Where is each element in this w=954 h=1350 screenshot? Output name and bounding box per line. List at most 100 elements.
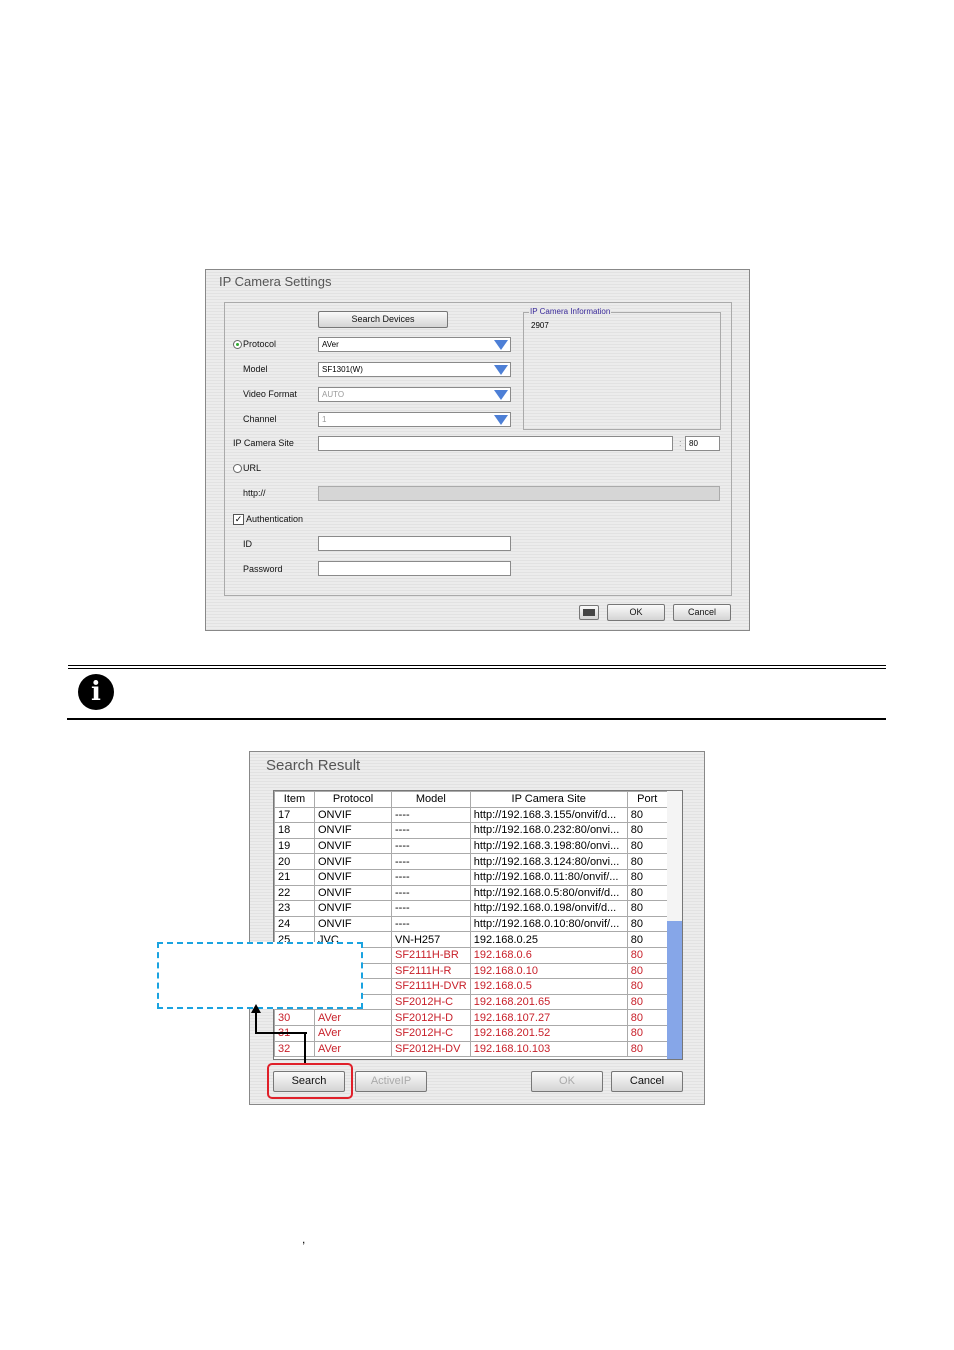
cell-model: SF2012H-DV: [391, 1040, 471, 1058]
document-page: IP Camera Settings Search Devices Protoc…: [0, 0, 954, 1350]
video-format-label: Video Format: [243, 389, 297, 399]
cell-site: 192.168.0.10: [469, 962, 628, 980]
table-row[interactable]: 19 ONVIF ---- http://192.168.3.198:80/onvi.…: [274, 837, 668, 855]
column-header-port[interactable]: Port: [626, 791, 668, 808]
cell-item: 21: [274, 868, 315, 886]
column-header-model[interactable]: Model: [391, 791, 471, 808]
dropdown-arrow-icon: [494, 390, 508, 400]
ip-camera-site-label: IP Camera Site: [233, 438, 294, 448]
footer-mark: ,: [302, 1232, 306, 1246]
url-radio[interactable]: [233, 464, 242, 473]
cell-item: 23: [274, 900, 315, 917]
callout-connector-vertical: [304, 1032, 306, 1063]
cell-protocol: AVer: [314, 1040, 392, 1058]
cell-protocol: AVer: [314, 1024, 392, 1042]
cell-port: 80: [626, 946, 668, 964]
search-devices-button[interactable]: Search Devices: [318, 311, 448, 328]
channel-value: 1: [322, 415, 327, 424]
channel-label: Channel: [243, 414, 277, 424]
password-input[interactable]: [318, 561, 511, 576]
channel-select[interactable]: 1: [318, 412, 511, 427]
callout-connector: [255, 1012, 307, 1034]
video-format-select[interactable]: AUTO: [318, 387, 511, 402]
cell-site: http://192.168.3.124:80/onvi...: [469, 853, 628, 870]
cell-site: 192.168.0.6: [469, 946, 628, 964]
cell-protocol: ONVIF: [314, 915, 392, 933]
cell-model: SF2012H-C: [391, 993, 471, 1011]
cell-model: ----: [391, 837, 471, 855]
cell-protocol: ONVIF: [314, 822, 392, 839]
cell-item: 32: [274, 1040, 315, 1058]
cell-item: 18: [274, 822, 315, 839]
protocol-select[interactable]: AVer: [318, 337, 511, 352]
protocol-radio[interactable]: [233, 340, 242, 349]
cell-protocol: ONVIF: [314, 837, 392, 855]
ok-button[interactable]: OK: [607, 604, 665, 621]
table-row[interactable]: 31 AVer SF2012H-C 192.168.201.52 80: [274, 1024, 668, 1042]
cell-port: 80: [626, 962, 668, 980]
cancel-button[interactable]: Cancel: [611, 1071, 683, 1092]
cell-item: 22: [274, 884, 315, 902]
ip-camera-site-input[interactable]: [318, 436, 673, 451]
id-label: ID: [243, 539, 252, 549]
result-table: Item Protocol Model IP Camera Site Port …: [274, 791, 668, 1058]
table-row[interactable]: 21 ONVIF ---- http://192.168.0.11:80/onvif/…: [274, 868, 668, 886]
dialog-title: IP Camera Settings: [219, 274, 332, 289]
url-input[interactable]: [318, 486, 720, 501]
cell-site: http://192.168.0.232:80/onvi...: [469, 822, 628, 839]
callout-box: [157, 942, 363, 1009]
cell-site: http://192.168.0.5:80/onvif/d...: [469, 884, 628, 902]
port-input[interactable]: 80: [685, 436, 720, 451]
cell-port: 80: [626, 993, 668, 1011]
ok-button[interactable]: OK: [531, 1071, 603, 1092]
ip-camera-info-group: IP Camera Information 2907: [523, 307, 721, 430]
password-label: Password: [243, 564, 283, 574]
table-row[interactable]: 24 ONVIF ---- http://192.168.0.10:80/onvif/…: [274, 915, 668, 933]
authentication-checkbox[interactable]: ✓: [233, 514, 244, 525]
cell-port: 80: [626, 822, 668, 839]
id-input[interactable]: [318, 536, 511, 551]
keyboard-icon: [583, 609, 595, 616]
table-row[interactable]: 20 ONVIF ---- http://192.168.3.124:80/onvi.…: [274, 853, 668, 870]
column-header-site[interactable]: IP Camera Site: [469, 791, 628, 808]
info-value: 2907: [531, 321, 549, 330]
cell-protocol: ONVIF: [314, 806, 392, 824]
model-label: Model: [243, 364, 268, 374]
keyboard-button[interactable]: [579, 605, 599, 620]
cell-model: SF2012H-D: [391, 1009, 471, 1026]
cell-model: SF2111H-R: [391, 962, 471, 980]
scrollbar[interactable]: [667, 791, 682, 1059]
table-row[interactable]: 22 ONVIF ---- http://192.168.0.5:80/onvif/d…: [274, 884, 668, 902]
table-row[interactable]: 17 ONVIF ---- http://192.168.3.155/onvif/d.…: [274, 806, 668, 824]
table-row[interactable]: 18 ONVIF ---- http://192.168.0.232:80/onvi.…: [274, 822, 668, 839]
table-row[interactable]: 32 AVer SF2012H-DV 192.168.10.103 80: [274, 1040, 668, 1058]
cell-site: 192.168.201.52: [469, 1024, 628, 1042]
cell-port: 80: [626, 884, 668, 902]
cell-port: 80: [626, 868, 668, 886]
cell-site: http://192.168.0.11:80/onvif/...: [469, 868, 628, 886]
cell-port: 80: [626, 806, 668, 824]
cell-site: 192.168.0.5: [469, 978, 628, 995]
cell-item: 20: [274, 853, 315, 870]
table-row[interactable]: 30 AVer SF2012H-D 192.168.107.27 80: [274, 1009, 668, 1026]
activeip-button[interactable]: ActiveIP: [355, 1071, 427, 1092]
cancel-button[interactable]: Cancel: [673, 604, 731, 621]
cell-item: 19: [274, 837, 315, 855]
model-select[interactable]: SF1301(W): [318, 362, 511, 377]
scrollbar-thumb[interactable]: [667, 921, 682, 1059]
cell-model: ----: [391, 868, 471, 886]
cell-model: SF2111H-BR: [391, 946, 471, 964]
cell-site: 192.168.0.25: [469, 931, 628, 948]
cell-site: http://192.168.3.198:80/onvi...: [469, 837, 628, 855]
url-label: URL: [243, 463, 262, 473]
cell-port: 80: [626, 915, 668, 933]
dropdown-arrow-icon: [494, 365, 508, 375]
authentication-label: Authentication: [246, 514, 304, 524]
cell-model: ----: [391, 915, 471, 933]
column-header-protocol[interactable]: Protocol: [314, 791, 392, 808]
cell-model: SF2012H-C: [391, 1024, 471, 1042]
column-header-item[interactable]: Item: [274, 791, 315, 808]
cell-item: 24: [274, 915, 315, 933]
table-row[interactable]: 23 ONVIF ---- http://192.168.0.198/onvif/d.…: [274, 900, 668, 917]
cell-port: 80: [626, 853, 668, 870]
